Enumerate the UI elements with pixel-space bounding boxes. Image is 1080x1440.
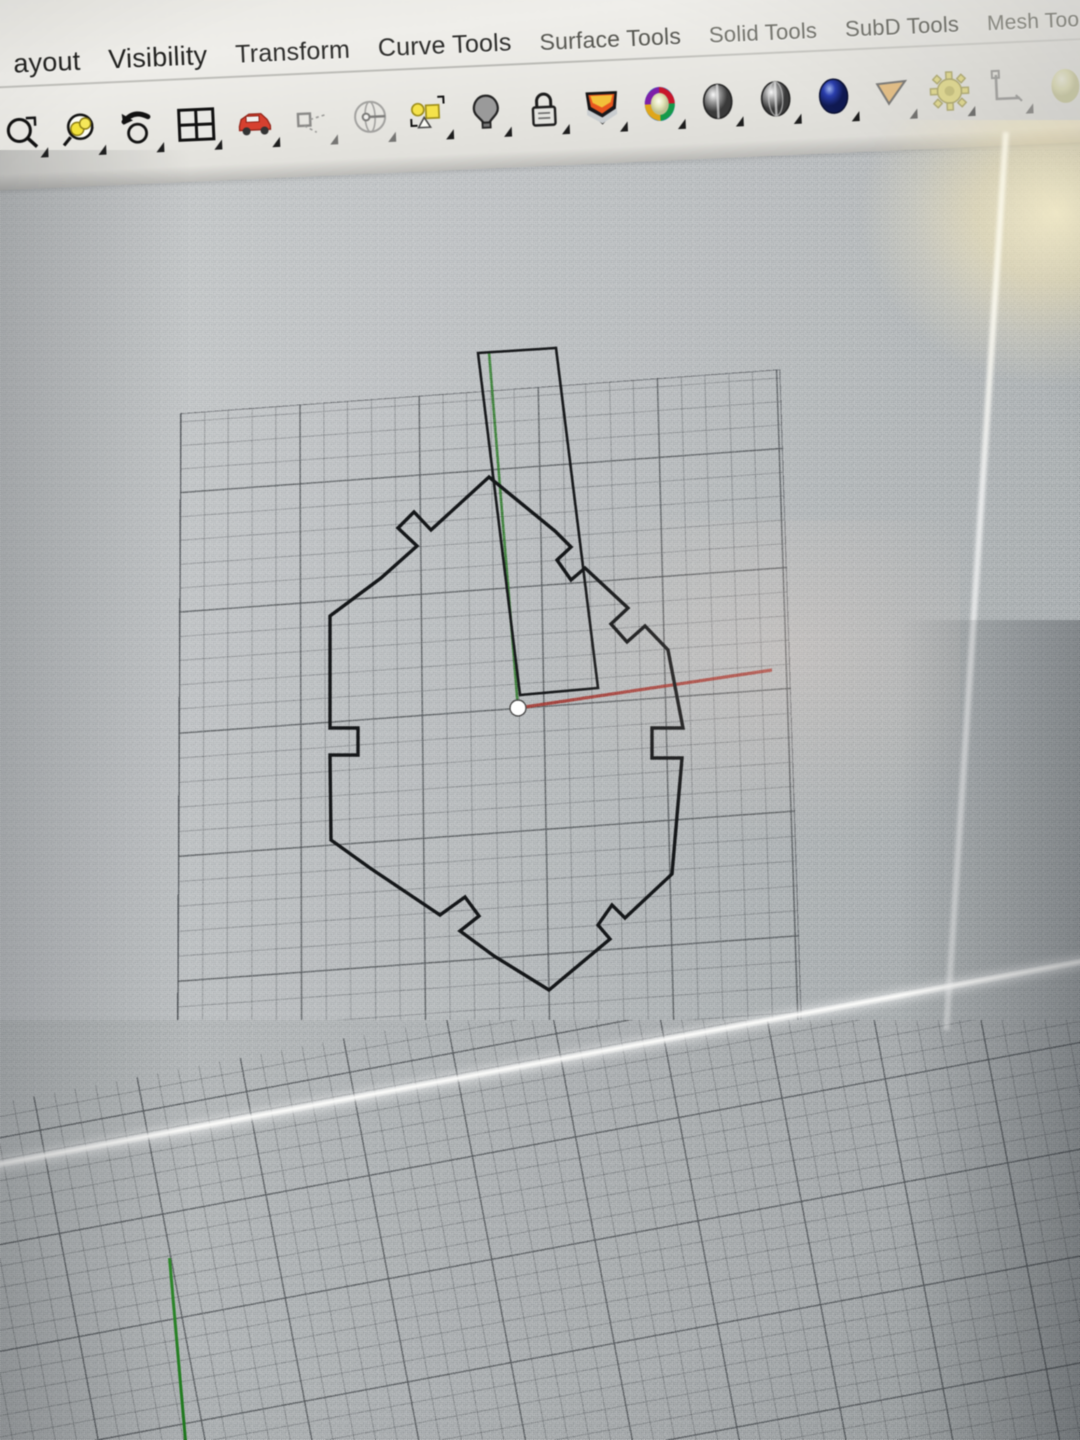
dropdown-arrow-icon[interactable] [851, 111, 860, 122]
zoom-window-icon [6, 116, 39, 148]
menu-solid-tools[interactable]: Solid Tools [695, 18, 832, 48]
select-objects-icon [410, 95, 445, 129]
render-shield-icon [585, 91, 618, 125]
menu-surface-tools[interactable]: Surface Tools [525, 23, 695, 55]
menu-visibility[interactable]: Visibility [94, 40, 222, 74]
zoom-selected-button[interactable] [53, 101, 107, 159]
dropdown-arrow-icon[interactable] [445, 129, 455, 140]
four-viewport-icon [177, 107, 216, 142]
zoom-window-button[interactable] [0, 103, 50, 161]
color-wheel-sphere-icon [644, 86, 675, 121]
menu-subd-tools[interactable]: SubD Tools [831, 12, 974, 42]
sensor-noise [0, 150, 1080, 1070]
zoom-previous-icon [121, 111, 151, 144]
wireframe-display-button[interactable] [285, 90, 339, 148]
select-objects-button[interactable] [401, 85, 455, 143]
rotate-view-icon [354, 100, 387, 133]
dropdown-arrow-icon[interactable] [98, 144, 107, 155]
named-views-button[interactable] [227, 93, 281, 151]
dropdown-arrow-icon[interactable] [677, 118, 686, 130]
shaded-sphere-icon [702, 83, 733, 120]
rendered-button[interactable] [806, 67, 860, 125]
dropdown-arrow-icon[interactable] [793, 113, 802, 124]
lock-object-icon [531, 92, 557, 127]
four-viewport-button[interactable] [169, 95, 223, 153]
zoom-previous-button[interactable] [111, 98, 165, 156]
cplane-button[interactable] [980, 59, 1034, 117]
yellow-sphere-icon [1051, 68, 1080, 103]
dropdown-arrow-icon[interactable] [561, 123, 571, 135]
dropdown-arrow-icon[interactable] [503, 126, 513, 137]
perspective-viewport[interactable] [0, 150, 1080, 1070]
dropdown-arrow-icon[interactable] [387, 131, 397, 143]
mesh-button[interactable] [864, 64, 918, 122]
light-bulb-icon [472, 94, 499, 129]
lock-object-button[interactable] [517, 80, 571, 138]
second-viewport[interactable] [0, 1020, 1080, 1440]
dropdown-arrow-icon[interactable] [909, 108, 918, 119]
dropdown-arrow-icon[interactable] [619, 121, 628, 132]
menu-transform[interactable]: Transform [221, 36, 365, 69]
gear-icon [929, 71, 970, 111]
rendered-sphere-icon [818, 78, 849, 114]
options-button[interactable] [922, 62, 976, 120]
sensor-noise-2 [0, 1020, 1080, 1440]
lights-button[interactable] [459, 83, 513, 141]
rotate-view-button[interactable] [343, 88, 397, 146]
menu-mesh-tools[interactable]: Mesh Tools [973, 8, 1080, 36]
orange-triangle-icon [875, 79, 908, 106]
dropdown-arrow-icon[interactable] [271, 136, 281, 148]
dropdown-arrow-icon[interactable] [967, 105, 976, 117]
render-button[interactable] [575, 77, 629, 135]
dropdown-arrow-icon[interactable] [735, 116, 744, 127]
display-color-button[interactable] [633, 75, 687, 133]
shaded-button[interactable] [691, 72, 745, 130]
dropdown-arrow-icon[interactable] [40, 147, 49, 158]
zoom-selected-icon [62, 113, 94, 147]
ghosted-sphere-icon [760, 80, 791, 117]
ghosted-button[interactable] [748, 70, 802, 128]
dropdown-arrow-icon[interactable] [329, 134, 339, 145]
menu-layout[interactable]: ayout [0, 46, 95, 79]
wireframe-display-icon [296, 112, 326, 133]
named-view-car-icon [238, 113, 272, 136]
dropdown-arrow-icon[interactable] [1025, 103, 1034, 114]
screenshot-root: ayout Visibility Transform Curve Tools S… [0, 0, 1080, 1440]
axes-icon [990, 69, 1023, 102]
dropdown-arrow-icon[interactable] [156, 142, 165, 153]
menu-curve-tools[interactable]: Curve Tools [363, 28, 526, 62]
material-button[interactable] [1038, 57, 1080, 115]
dropdown-arrow-icon[interactable] [213, 139, 223, 150]
